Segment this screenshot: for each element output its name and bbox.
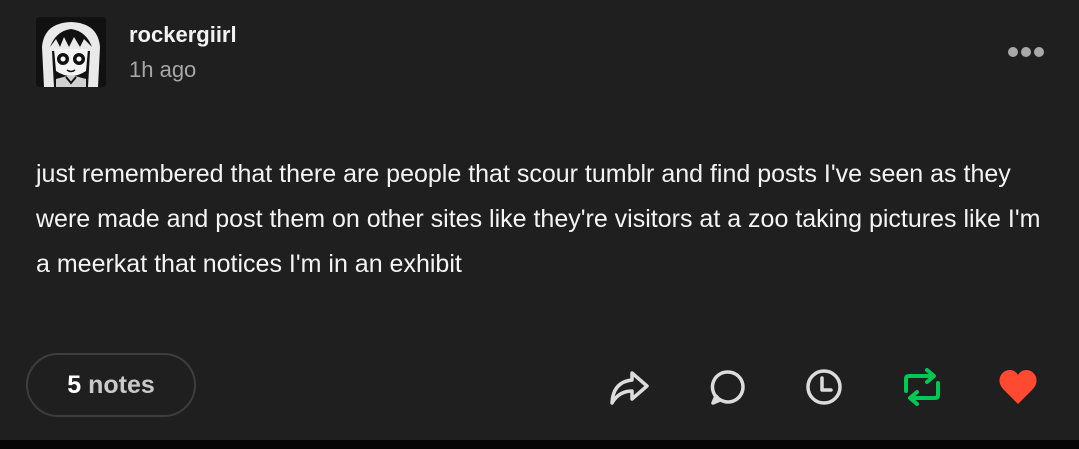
avatar[interactable] <box>36 17 106 87</box>
heart-icon <box>999 370 1037 404</box>
bottom-divider <box>0 440 1079 449</box>
author-username[interactable]: rockergiirl <box>129 22 237 48</box>
reply-button[interactable] <box>706 365 750 409</box>
reblog-button[interactable] <box>900 365 944 409</box>
post-body-text: just remembered that there are people th… <box>36 160 1041 278</box>
avatar-image <box>36 17 106 87</box>
notes-label: notes <box>88 370 155 399</box>
clock-icon <box>806 369 842 405</box>
more-options-icon <box>1008 47 1044 57</box>
more-options-button[interactable] <box>1002 40 1050 64</box>
post-card: rockergiirl 1h ago just remembered that … <box>0 0 1079 440</box>
reply-icon <box>710 370 745 405</box>
post-timestamp[interactable]: 1h ago <box>129 57 196 83</box>
queue-button[interactable] <box>802 365 846 409</box>
share-button[interactable] <box>607 365 651 409</box>
share-icon <box>610 371 649 405</box>
notes-count: 5 <box>67 370 82 399</box>
reblog-icon <box>904 368 940 406</box>
like-button[interactable] <box>996 365 1040 409</box>
notes-button[interactable]: 5 notes <box>26 353 196 417</box>
